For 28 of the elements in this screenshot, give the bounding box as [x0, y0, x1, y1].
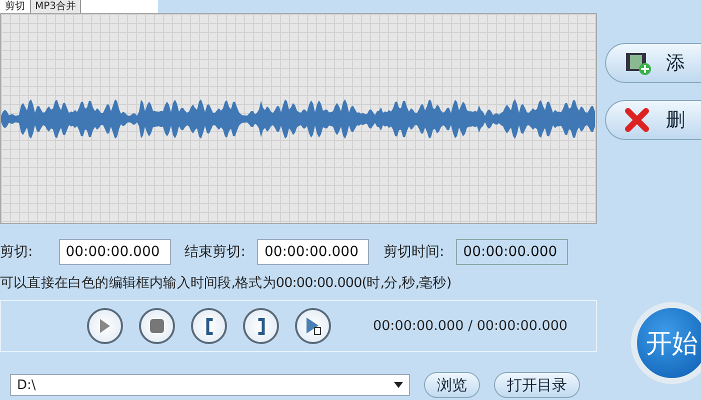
stop-button[interactable] — [139, 308, 175, 344]
bracket-icon — [258, 318, 264, 334]
time-field[interactable]: 00:00:00.000 — [456, 239, 568, 265]
add-button[interactable]: 添 — [605, 43, 701, 83]
bracket-button[interactable] — [243, 308, 279, 344]
field-label: 结束剪切: — [184, 243, 246, 261]
delete-button[interactable]: 删 — [605, 100, 701, 140]
play-selection-icon — [306, 317, 320, 335]
path-button[interactable]: 打开目录 — [494, 372, 580, 398]
bracket-icon — [206, 318, 212, 334]
field-label: 剪切时间: — [383, 243, 444, 261]
film-add-icon — [624, 50, 652, 76]
path-button[interactable]: 浏览 — [424, 372, 480, 398]
play-icon — [99, 318, 111, 334]
bracket-button[interactable] — [191, 308, 227, 344]
tab[interactable]: MP3合并 — [30, 0, 82, 14]
stop-icon — [150, 319, 164, 333]
time-field[interactable]: 00:00:00.000 — [58, 239, 171, 265]
cross-icon — [624, 107, 652, 133]
start-button[interactable]: 开始 — [631, 302, 701, 384]
field-label: 剪切: — [0, 243, 33, 261]
hint-text: 可以直接在白色的编辑框内输入时间段,格式为00:00:00.000(时,分,秒,毫秒) — [0, 274, 452, 292]
path-dropdown[interactable]: D:\ — [10, 374, 410, 396]
play-selection-button[interactable] — [295, 308, 331, 344]
dropdown-arrow-icon — [394, 382, 403, 388]
playback-time: 00:00:00.000 / 00:00:00.000 — [373, 318, 568, 334]
time-field[interactable]: 00:00:00.000 — [257, 239, 370, 265]
play-button[interactable] — [87, 308, 123, 344]
